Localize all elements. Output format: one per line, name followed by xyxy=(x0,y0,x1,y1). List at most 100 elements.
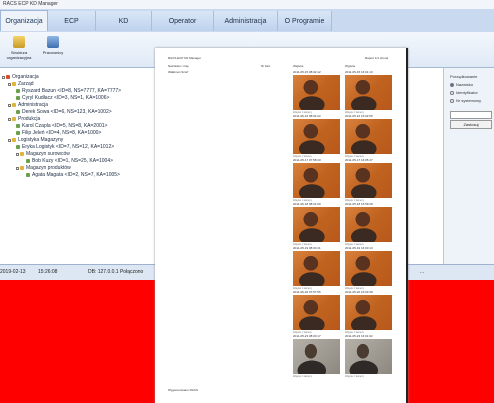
tree-node[interactable]: Derek Sowa <ID=6, NS=123, KA=1002> xyxy=(16,109,112,115)
entry-time: 2011-05-17 07:58:33 xyxy=(293,158,321,162)
tree-node[interactable]: Produkcja xyxy=(8,116,40,122)
group-icon xyxy=(12,138,16,142)
person-icon xyxy=(16,145,20,149)
exit-time: 2011-05-15 16:01:10 xyxy=(345,70,373,74)
person-icon xyxy=(16,124,20,128)
group-icon xyxy=(20,152,24,156)
tree-node[interactable]: Filip Jeleń <ID=4, NS=8, KA=1000> xyxy=(16,130,101,136)
entry-photo xyxy=(293,339,340,374)
employees-label: Pracownicy xyxy=(42,50,64,55)
tree-node[interactable]: Ryszard Bazun <ID=8, NS=7777, KA=7777> xyxy=(16,88,121,94)
person-icon xyxy=(16,131,20,135)
group-icon xyxy=(12,82,16,86)
entry-time: 2011-05-19 08:03:41 xyxy=(293,246,321,250)
exit-time: 2011-05-17 16:05:47 xyxy=(345,158,373,162)
col-entry-header: Wejście xyxy=(293,64,304,68)
exit-time: 2011-05-23 16:01:02 xyxy=(345,334,373,338)
expand-icon xyxy=(8,103,11,107)
entry-photo xyxy=(293,207,340,242)
person-icon xyxy=(26,159,30,163)
tree-node[interactable]: Zarząd xyxy=(8,81,34,87)
exit-time: 2011-05-20 16:03:38 xyxy=(345,290,373,294)
sort-panel-title: Porządkowanie xyxy=(450,74,478,79)
entry-time: 2011-05-18 08:01:09 xyxy=(293,202,321,206)
entry-photo xyxy=(293,295,340,330)
tab-kd[interactable]: KD xyxy=(96,11,152,31)
report-footer: Wygenerowano RACS xyxy=(168,388,198,392)
entry-time: 2011-05-20 07:57:55 xyxy=(293,290,321,294)
structure-button[interactable]: Struktura organizacyjna xyxy=(2,35,36,64)
sort-filter-input[interactable] xyxy=(450,111,492,119)
group-icon xyxy=(12,103,16,107)
person-icon xyxy=(26,173,30,177)
tree-node[interactable]: Karol Czapla <ID=5, NS=8, KA=2001> xyxy=(16,123,107,129)
expand-icon xyxy=(8,82,11,86)
main-tabs: Organizacja ECP KD Operator Administracj… xyxy=(0,9,494,32)
tree-node[interactable]: Bob Kuzy <ID=1, NS=25, KA=1004> xyxy=(26,158,113,164)
group-icon xyxy=(20,166,24,170)
tab-ecp[interactable]: ECP xyxy=(48,11,96,31)
sort-panel: Porządkowanie Nazwisko Identyfikator Nr … xyxy=(443,68,494,264)
organization-icon xyxy=(6,75,10,79)
status-db: DB: 127.0.0.1 Połączono xyxy=(88,269,144,275)
tab-o-programie[interactable]: O Programie xyxy=(278,11,332,31)
expand-icon xyxy=(8,138,11,142)
tree-node[interactable]: Cyryl Kudłacz <ID=3, NS=1, KA=1006> xyxy=(16,95,109,101)
tree-node[interactable]: Magazyn produktów xyxy=(16,165,71,171)
tree-node[interactable]: Logistyka Magazyny xyxy=(8,137,63,143)
exit-photo xyxy=(345,295,392,330)
photo-caption: Zdjęcie z kamery xyxy=(293,375,312,378)
group-icon xyxy=(12,117,16,121)
col-exit-header: Wyjście xyxy=(345,64,356,68)
exit-photo xyxy=(345,119,392,154)
tree-node[interactable]: Agata Magata <ID=2, NS=7, KA=1005> xyxy=(26,172,120,178)
tab-administracja[interactable]: Administracja xyxy=(214,11,278,31)
person-icon xyxy=(16,89,20,93)
status-time: 15:26:08 xyxy=(38,269,58,275)
person-icon xyxy=(16,110,20,114)
expand-icon xyxy=(2,75,5,79)
expand-icon xyxy=(8,117,11,121)
radio-selected-icon xyxy=(450,82,454,87)
report-header-left: RACS ECP KD Manager xyxy=(168,56,201,60)
col-name-header: Nazwisko i imię xyxy=(168,64,189,68)
tree-node[interactable]: Organizacja xyxy=(2,74,39,80)
organization-tree[interactable]: Organizacja Zarząd Ryszard Bazun <ID=8, … xyxy=(0,68,161,264)
exit-time: 2011-05-16 16:02:05 xyxy=(345,114,373,118)
sort-option-identyfikator[interactable]: Identyfikator xyxy=(450,90,478,95)
exit-photo xyxy=(345,163,392,198)
status-extra: ... xyxy=(420,269,425,275)
report-preview[interactable]: RACS ECP KD Manager Raport 1/1 strona Na… xyxy=(155,48,408,403)
radio-icon xyxy=(450,98,454,103)
entry-time: 2011-05-23 08:00:17 xyxy=(293,334,321,338)
sort-option-nr-systemowy[interactable]: Nr systemowy xyxy=(450,98,481,103)
exit-time: 2011-05-18 15:59:28 xyxy=(345,202,373,206)
entry-time: 2011-05-16 08:04:22 xyxy=(293,114,321,118)
expand-icon xyxy=(16,152,19,156)
report-header-right: Raport 1/1 strona xyxy=(365,56,389,60)
radio-icon xyxy=(450,90,454,95)
person-icon xyxy=(16,96,20,100)
col-nr-header: Nr kart. xyxy=(261,64,271,68)
exit-time: 2011-05-19 16:00:13 xyxy=(345,246,373,250)
report-person: Walkman Szorf xyxy=(168,70,189,74)
tree-node[interactable]: Eryka Logistyk <ID=7, NS=12, KA=1012> xyxy=(16,144,114,150)
exit-photo xyxy=(345,75,392,110)
entry-photo xyxy=(293,119,340,154)
employees-icon xyxy=(47,36,59,48)
apply-button[interactable]: Zastosuj xyxy=(450,120,492,129)
tab-operator[interactable]: Operator xyxy=(152,11,214,31)
tree-node[interactable]: Administracja xyxy=(8,102,48,108)
tab-organizacja[interactable]: Organizacja xyxy=(0,10,48,31)
entry-photo xyxy=(293,75,340,110)
entry-photo xyxy=(293,251,340,286)
entry-time: 2011-05-15 08:02:12 xyxy=(293,70,321,74)
employees-button[interactable]: Pracownicy xyxy=(36,35,70,64)
tree-node[interactable]: Magazyn surowców xyxy=(16,151,70,157)
exit-photo xyxy=(345,251,392,286)
sort-option-nazwisko[interactable]: Nazwisko xyxy=(450,82,473,87)
entry-photo xyxy=(293,163,340,198)
status-date: 2019-02-13 xyxy=(0,269,26,275)
org-structure-icon xyxy=(13,36,25,48)
exit-photo xyxy=(345,339,392,374)
